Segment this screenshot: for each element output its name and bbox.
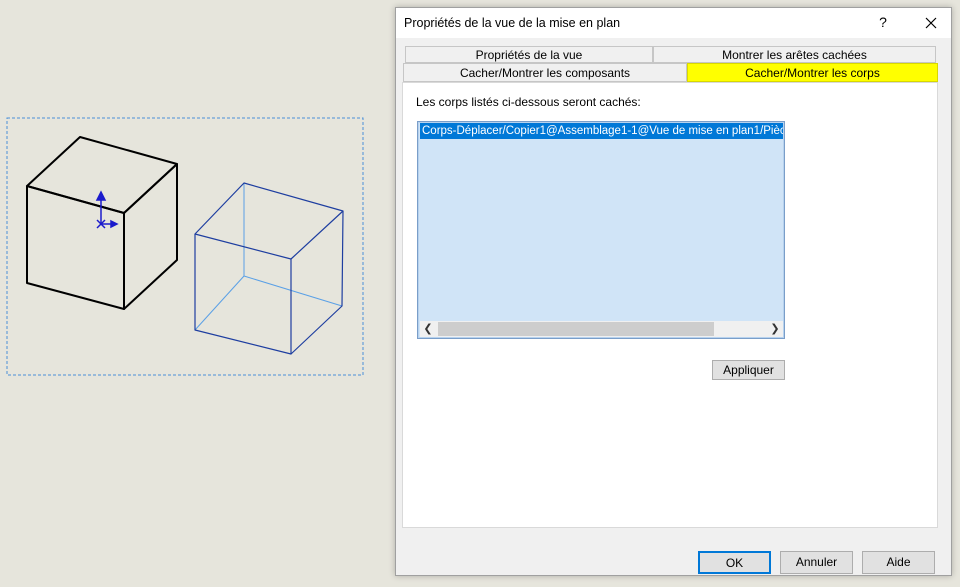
tab-hidden-edges[interactable]: Montrer les arêtes cachées: [653, 46, 936, 63]
drawing-view[interactable]: [0, 0, 395, 587]
hidden-bodies-label: Les corps listés ci-dessous seront caché…: [416, 95, 641, 109]
scroll-right-icon[interactable]: ❯: [767, 321, 783, 337]
dialog-title: Propriétés de la vue de la mise en plan: [404, 16, 621, 30]
tab-hide-show-components[interactable]: Cacher/Montrer les composants: [403, 63, 687, 82]
scroll-thumb[interactable]: [438, 322, 714, 336]
title-bar[interactable]: Propriétés de la vue de la mise en plan …: [396, 8, 951, 38]
help-icon[interactable]: ?: [873, 14, 893, 30]
tab-hide-show-bodies[interactable]: Cacher/Montrer les corps: [687, 63, 938, 82]
scroll-left-icon[interactable]: ❮: [420, 321, 436, 337]
cancel-button[interactable]: Annuler: [780, 551, 853, 574]
list-item[interactable]: Corps-Déplacer/Copier1@Assemblage1-1@Vue…: [420, 123, 783, 139]
close-icon[interactable]: [918, 11, 944, 35]
help-button[interactable]: Aide: [862, 551, 935, 574]
apply-button[interactable]: Appliquer: [712, 360, 785, 380]
tab-view-properties[interactable]: Propriétés de la vue: [405, 46, 653, 63]
horizontal-scrollbar[interactable]: ❮ ❯: [420, 321, 783, 337]
properties-dialog: Propriétés de la vue de la mise en plan …: [395, 7, 952, 576]
ok-button[interactable]: OK: [698, 551, 771, 574]
hidden-bodies-list[interactable]: Corps-Déplacer/Copier1@Assemblage1-1@Vue…: [417, 121, 785, 339]
wireframe-cube[interactable]: [194, 182, 344, 355]
